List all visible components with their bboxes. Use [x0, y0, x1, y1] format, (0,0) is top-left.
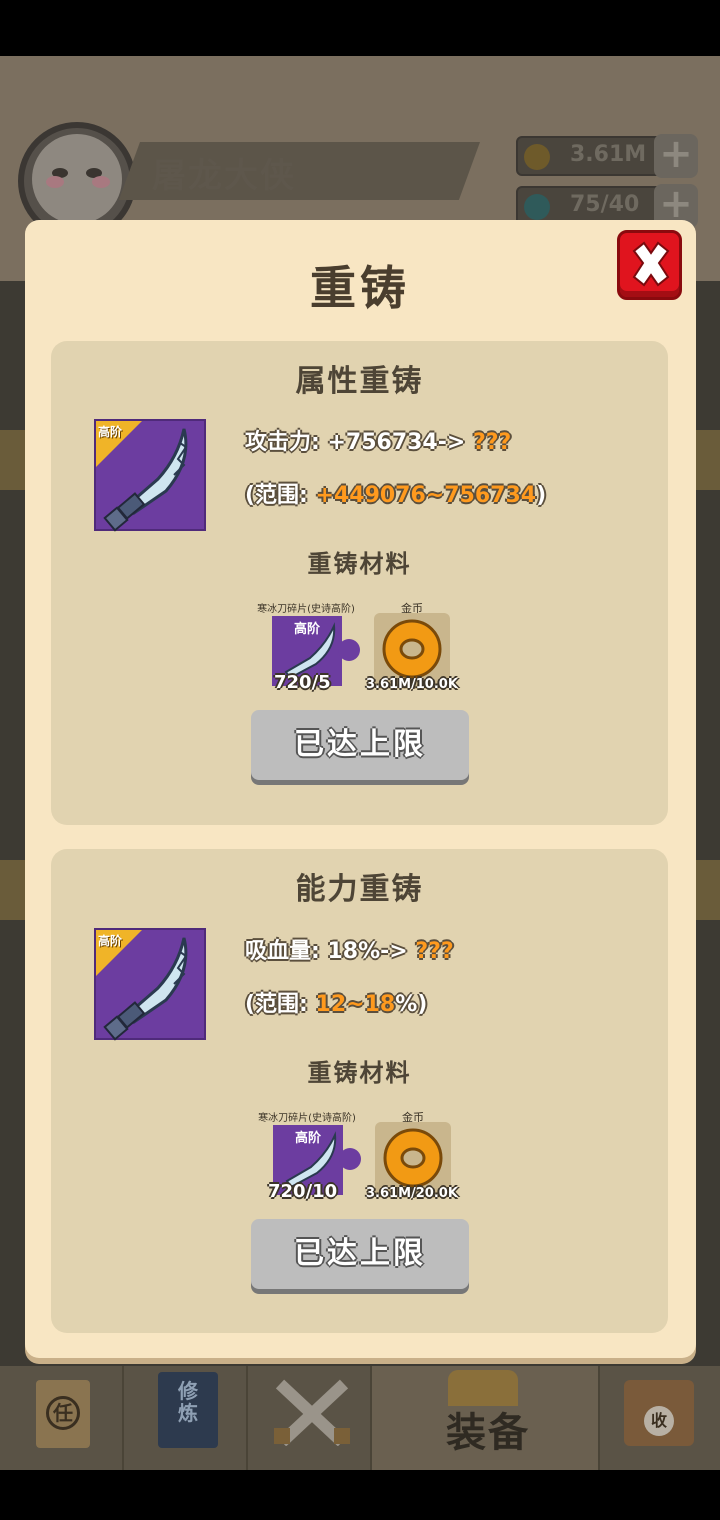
gem-icon	[524, 194, 550, 220]
gold-coin-icon	[524, 144, 550, 170]
nav-collect[interactable]: 收	[600, 1366, 720, 1470]
coin-count: 3.61M/20.0K	[366, 1186, 458, 1201]
range-prefix: (范围:	[245, 992, 316, 1017]
ability-reforge-title: 能力重铸	[295, 872, 424, 907]
tier-label: 高阶	[98, 425, 123, 439]
stat-unknown: ???	[415, 939, 454, 964]
nav-collect-label: 收	[644, 1406, 674, 1436]
nav-equip-label: 装备	[446, 1410, 530, 1456]
player-name: 屠龙大侠	[152, 156, 296, 196]
crossed-swords-icon	[272, 1376, 352, 1447]
close-icon	[632, 241, 670, 287]
close-button[interactable]	[617, 230, 682, 300]
avatar-blush	[46, 176, 64, 188]
fragment-count: 720/10	[268, 1181, 338, 1202]
reforge-button-disabled[interactable]: 已达上限	[251, 710, 469, 780]
nav-task[interactable]: 任	[0, 1366, 124, 1470]
tier-label: 高阶	[98, 934, 123, 948]
add-gold-button[interactable]: +	[654, 134, 698, 178]
stat-unknown: ???	[472, 430, 512, 455]
fragment-name: 寒冰刀碎片(史诗高阶)	[258, 1113, 356, 1124]
status-bar	[0, 0, 720, 56]
gem-value: 75/40	[570, 192, 640, 217]
range-suffix: %)	[395, 992, 428, 1017]
materials-title: 重铸材料	[307, 1059, 412, 1087]
fragment-tier: 高阶	[294, 1131, 321, 1146]
nav-train[interactable]: 修炼	[124, 1366, 248, 1470]
stat-line: 吸血量: 18%-> ???	[245, 933, 454, 965]
gold-counter: 3.61M +	[516, 134, 698, 178]
nav-task-label: 任	[46, 1396, 80, 1430]
range-prefix: (范围:	[245, 483, 316, 508]
weapon-slot[interactable]: 高阶	[94, 419, 206, 532]
system-nav-bar	[0, 1470, 720, 1520]
nav-battle[interactable]	[248, 1366, 372, 1470]
stat-label: 攻击力: +756734->	[245, 430, 466, 455]
nav-train-label: 修炼	[178, 1379, 198, 1425]
fragment-name: 寒冰刀碎片(史诗高阶)	[257, 604, 355, 615]
reforge-button-disabled[interactable]: 已达上限	[251, 1219, 469, 1289]
fragment-knob	[339, 1148, 361, 1170]
avatar-blush	[92, 176, 110, 188]
range-value: 12~18	[315, 992, 396, 1017]
range-suffix: )	[536, 483, 547, 508]
range-line: (范围: +449076~756734)	[245, 477, 546, 509]
range-line: (范围: 12~18%)	[245, 986, 427, 1018]
gold-value: 3.61M	[570, 142, 647, 167]
materials-title: 重铸材料	[307, 550, 412, 578]
fragment-tier: 高阶	[293, 622, 320, 637]
range-value: +449076~756734	[315, 483, 537, 508]
attribute-reforge-title: 属性重铸	[295, 364, 424, 399]
stat-line: 攻击力: +756734-> ???	[245, 424, 511, 456]
dialog-title: 重铸	[310, 261, 410, 315]
coin-count: 3.61M/10.0K	[366, 677, 458, 692]
fragment-count: 720/5	[274, 672, 331, 693]
weapon-slot[interactable]: 高阶	[94, 928, 206, 1041]
stat-label: 吸血量: 18%->	[245, 939, 408, 964]
fragment-knob	[338, 639, 360, 661]
